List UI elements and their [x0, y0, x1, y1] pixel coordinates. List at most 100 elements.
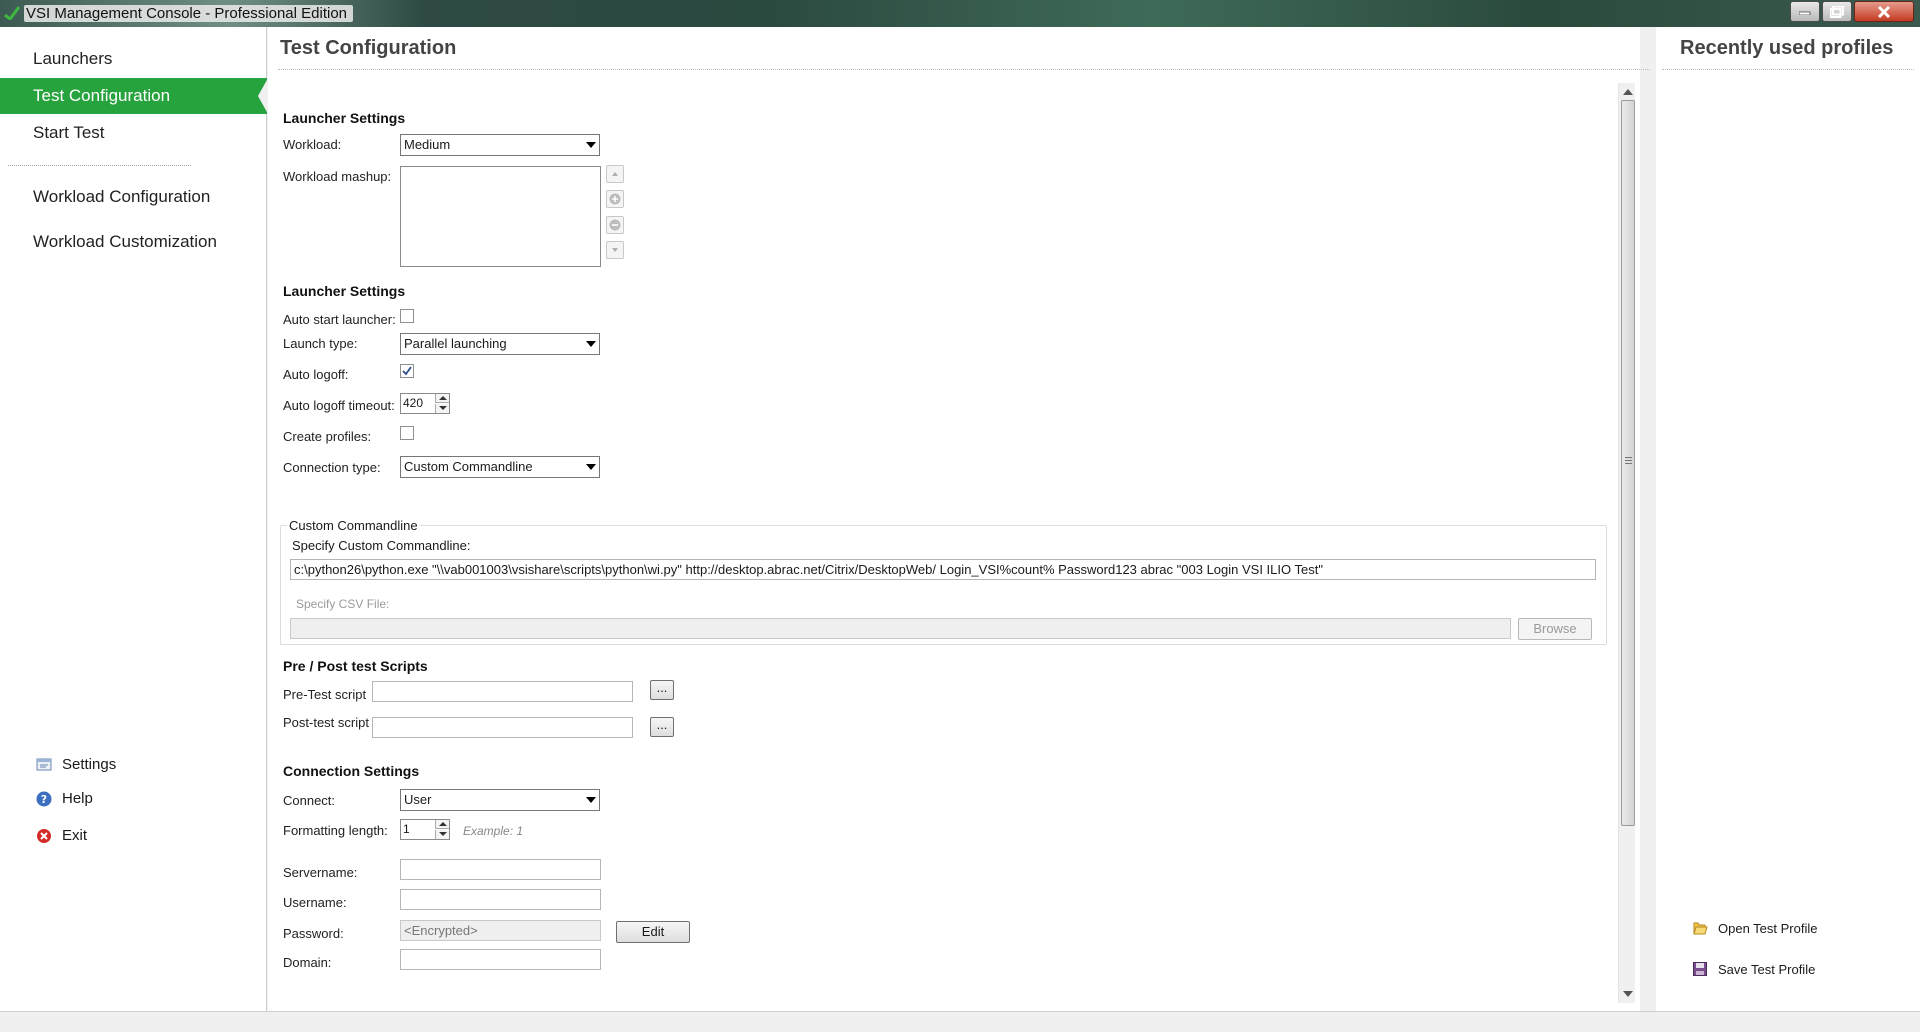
- custom-commandline-legend: Custom Commandline: [287, 518, 420, 533]
- help-icon: ?: [36, 791, 52, 806]
- nav-item-workload-customization[interactable]: Workload Customization: [0, 224, 267, 260]
- right-separator: [1662, 69, 1914, 70]
- auto-logoff-timeout-value: 420: [403, 396, 424, 410]
- create-profiles-checkbox[interactable]: [400, 426, 414, 440]
- minimize-icon: [1799, 11, 1811, 15]
- nav-item-launchers[interactable]: Launchers: [0, 41, 267, 77]
- auto-logoff-timeout-label: Auto logoff timeout:: [283, 398, 395, 413]
- restore-icon: [1830, 5, 1844, 18]
- formatting-length-label: Formatting length:: [283, 823, 388, 838]
- nav-item-test-configuration[interactable]: Test Configuration: [0, 78, 268, 114]
- title-bar: VSI Management Console - Professional Ed…: [0, 0, 1920, 27]
- test-configuration-form: Launcher Settings Workload: Medium Workl…: [268, 83, 1618, 1011]
- maximize-button[interactable]: [1822, 1, 1852, 22]
- scroll-up-icon[interactable]: [1623, 89, 1633, 95]
- nav-item-start-test[interactable]: Start Test: [0, 115, 267, 151]
- close-button[interactable]: [1854, 1, 1914, 22]
- custom-commandline-group: Custom Commandline Specify Custom Comman…: [280, 518, 1607, 645]
- domain-input[interactable]: [400, 949, 601, 970]
- nav-divider: [8, 165, 191, 166]
- spin-up-icon[interactable]: [435, 394, 449, 403]
- connect-label: Connect:: [283, 793, 336, 808]
- help-link[interactable]: ? Help: [36, 790, 93, 807]
- scroll-down-icon[interactable]: [1623, 991, 1633, 997]
- svg-text:?: ?: [41, 793, 47, 806]
- add-icon: [609, 193, 621, 205]
- save-test-profile-link[interactable]: Save Test Profile: [1692, 961, 1815, 977]
- recent-profiles-title: Recently used profiles: [1680, 37, 1894, 59]
- main-panel: Test Configuration Launcher Settings Wor…: [268, 27, 1650, 1011]
- workload-label: Workload:: [283, 137, 342, 152]
- connection-type-select[interactable]: Custom Commandline: [400, 456, 600, 478]
- exit-label: Exit: [62, 827, 88, 844]
- page-title: Test Configuration: [280, 37, 457, 59]
- dropdown-arrow-icon: [586, 341, 596, 347]
- launch-type-select[interactable]: Parallel launching: [400, 333, 600, 355]
- launcher-settings-heading-2: Launcher Settings: [283, 283, 406, 299]
- post-test-script-label: Post-test script: [283, 715, 369, 730]
- workload-mashup-list[interactable]: [400, 166, 601, 267]
- username-label: Username:: [283, 895, 347, 910]
- arrow-down-icon: [612, 248, 618, 252]
- connection-type-label: Connection type:: [283, 460, 381, 475]
- left-navigation: Launchers Test Configuration Start Test …: [0, 27, 268, 1011]
- dropdown-arrow-icon: [586, 464, 596, 470]
- pre-test-browse-button[interactable]: ...: [650, 680, 674, 700]
- connect-value: User: [404, 792, 432, 807]
- workload-select[interactable]: Medium: [400, 134, 600, 156]
- servername-label: Servername:: [283, 865, 358, 880]
- post-test-script-input[interactable]: [372, 717, 633, 738]
- workload-value: Medium: [404, 137, 451, 152]
- open-test-profile-link[interactable]: Open Test Profile: [1692, 920, 1817, 936]
- auto-logoff-checkbox[interactable]: [400, 364, 414, 378]
- window-title: VSI Management Console - Professional Ed…: [24, 5, 354, 22]
- dropdown-arrow-icon: [586, 797, 596, 803]
- nav-item-workload-configuration[interactable]: Workload Configuration: [0, 179, 267, 215]
- browse-button[interactable]: Browse: [1518, 618, 1592, 640]
- remove-icon: [609, 219, 621, 231]
- exit-icon: [37, 828, 51, 843]
- settings-link[interactable]: Settings: [36, 756, 116, 773]
- grip-icon: [1625, 457, 1632, 464]
- auto-start-launcher-checkbox[interactable]: [400, 309, 414, 323]
- settings-label: Settings: [62, 756, 117, 773]
- pre-test-script-label: Pre-Test script: [283, 687, 367, 702]
- formatting-length-spinner[interactable]: 1: [400, 819, 450, 840]
- pre-test-script-input[interactable]: [372, 681, 633, 702]
- spin-up-icon[interactable]: [435, 820, 449, 829]
- remove-workload-button[interactable]: [606, 216, 624, 234]
- auto-logoff-timeout-spinner[interactable]: 420: [400, 393, 450, 414]
- connection-settings-heading: Connection Settings: [283, 763, 420, 779]
- close-icon: [1877, 5, 1891, 18]
- launcher-settings-heading: Launcher Settings: [283, 110, 406, 126]
- move-up-button[interactable]: [606, 165, 624, 183]
- vertical-scrollbar[interactable]: [1618, 83, 1635, 1003]
- spin-down-icon[interactable]: [435, 404, 449, 413]
- auto-start-launcher-label: Auto start launcher:: [283, 312, 396, 327]
- settings-icon: [36, 758, 52, 770]
- save-icon: [1693, 962, 1707, 976]
- save-test-profile-label: Save Test Profile: [1718, 961, 1816, 977]
- servername-input[interactable]: [400, 859, 601, 880]
- app-logo-icon: [4, 6, 20, 20]
- password-label: Password:: [283, 926, 344, 941]
- csv-file-label: Specify CSV File:: [296, 597, 390, 611]
- exit-link[interactable]: Exit: [36, 827, 87, 844]
- launch-type-label: Launch type:: [283, 336, 358, 351]
- formatting-length-value: 1: [403, 822, 410, 836]
- password-input[interactable]: <Encrypted>: [400, 920, 601, 941]
- move-down-button[interactable]: [606, 241, 624, 259]
- auto-logoff-label: Auto logoff:: [283, 367, 349, 382]
- edit-password-button[interactable]: Edit: [616, 921, 690, 943]
- commandline-input[interactable]: c:\python26\python.exe "\\vab001003\vsis…: [290, 559, 1596, 580]
- username-input[interactable]: [400, 889, 601, 910]
- add-workload-button[interactable]: [606, 190, 624, 208]
- spin-down-icon[interactable]: [435, 830, 449, 839]
- csv-file-input[interactable]: [290, 618, 1511, 639]
- connect-select[interactable]: User: [400, 789, 600, 811]
- minimize-button[interactable]: [1790, 1, 1820, 22]
- dropdown-arrow-icon: [586, 142, 596, 148]
- post-test-browse-button[interactable]: ...: [650, 717, 674, 737]
- workload-mashup-label: Workload mashup:: [283, 169, 392, 184]
- scrollbar-thumb[interactable]: [1621, 100, 1635, 826]
